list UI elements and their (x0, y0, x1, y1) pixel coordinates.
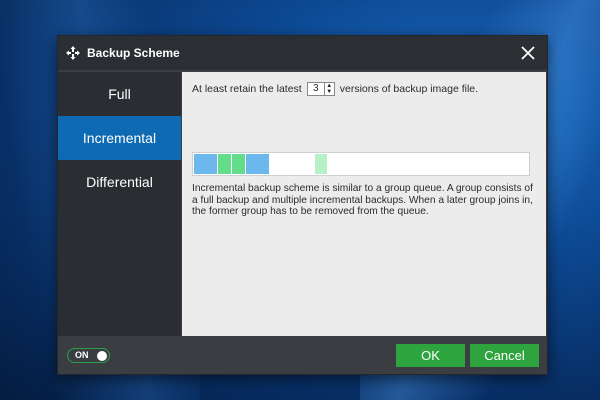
sidebar-item-label: Full (108, 86, 131, 102)
retain-prefix-text: At least retain the latest (192, 83, 302, 95)
stepper-arrows[interactable]: ▲ ▼ (323, 83, 334, 95)
versions-stepper-value[interactable]: 3 (308, 83, 324, 95)
queue-empty-slot (270, 154, 314, 174)
sidebar-item-full[interactable]: Full (58, 72, 181, 116)
scheme-sidebar: Full Incremental Differential (58, 72, 181, 336)
title-bar: Backup Scheme (58, 36, 547, 70)
queue-full-backup-block (194, 154, 217, 174)
close-icon (521, 46, 535, 60)
toggle-knob (97, 350, 107, 361)
group-queue-diagram (192, 152, 530, 176)
sidebar-item-label: Differential (86, 174, 153, 190)
scheme-content-panel: At least retain the latest 3 ▲ ▼ version… (182, 72, 546, 336)
queue-full-backup-block (246, 154, 269, 174)
backup-scheme-icon (65, 45, 81, 61)
scheme-toggle-switch[interactable]: ON (67, 348, 110, 363)
queue-incremental-block (232, 154, 245, 174)
retain-versions-row: At least retain the latest 3 ▲ ▼ version… (192, 82, 478, 96)
chevron-down-icon[interactable]: ▼ (325, 89, 334, 95)
backup-scheme-dialog: Backup Scheme Full Incremental Different… (57, 35, 548, 375)
close-button[interactable] (519, 44, 537, 62)
toggle-label: ON (75, 350, 89, 360)
dialog-footer: ON OK Cancel (58, 336, 547, 374)
queue-incremental-block-faded (315, 154, 327, 174)
dialog-title: Backup Scheme (87, 46, 180, 60)
scheme-description: Incremental backup scheme is similar to … (192, 183, 533, 217)
versions-stepper[interactable]: 3 ▲ ▼ (306, 82, 335, 96)
sidebar-item-label: Incremental (82, 130, 157, 146)
ok-button[interactable]: OK (396, 344, 465, 367)
cancel-button[interactable]: Cancel (470, 344, 539, 367)
retain-suffix-text: versions of backup image file. (339, 83, 479, 95)
sidebar-item-differential[interactable]: Differential (58, 160, 181, 204)
sidebar-item-incremental[interactable]: Incremental (58, 116, 181, 160)
queue-incremental-block (218, 154, 231, 174)
